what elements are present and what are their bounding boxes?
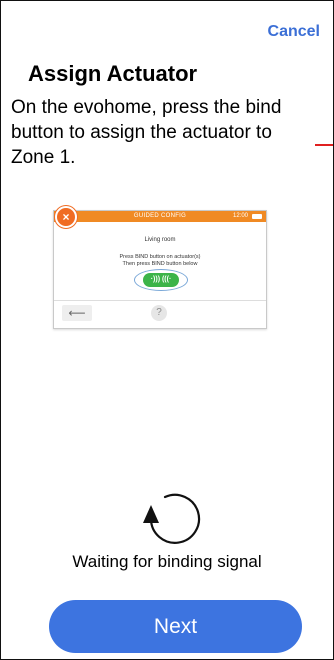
bind-signal-icon: ·))) (((· (143, 273, 179, 287)
red-edge-marker (315, 144, 333, 146)
device-footer-divider (54, 300, 266, 301)
device-instruction-line-2: Then press BIND button below (122, 261, 198, 267)
device-room-label: Living room (144, 237, 176, 243)
back-arrow-icon: ⟵ (62, 305, 92, 321)
close-icon: × (55, 206, 77, 228)
device-time: 12:00 (232, 213, 248, 219)
refresh-spinner-icon (143, 493, 201, 544)
device-header-bar: GUIDED CONFIG 12:00 (54, 211, 266, 222)
next-button[interactable]: Next (49, 600, 302, 653)
cancel-button[interactable]: Cancel (268, 23, 320, 41)
help-icon: ? (151, 305, 167, 321)
evohome-screen-illustration: GUIDED CONFIG 12:00 × Living room Press … (53, 206, 267, 329)
battery-icon (252, 214, 262, 219)
page-title: Assign Actuator (28, 61, 198, 86)
app-screen: Cancel Assign Actuator On the evohome, p… (0, 0, 334, 660)
instruction-text: On the evohome, press the bind button to… (11, 97, 282, 168)
status-text: Waiting for binding signal (72, 552, 262, 571)
bind-button-highlight: ·))) (((· (134, 269, 188, 291)
device-instruction-line-1: Press BIND button on actuator(s) (119, 254, 201, 260)
